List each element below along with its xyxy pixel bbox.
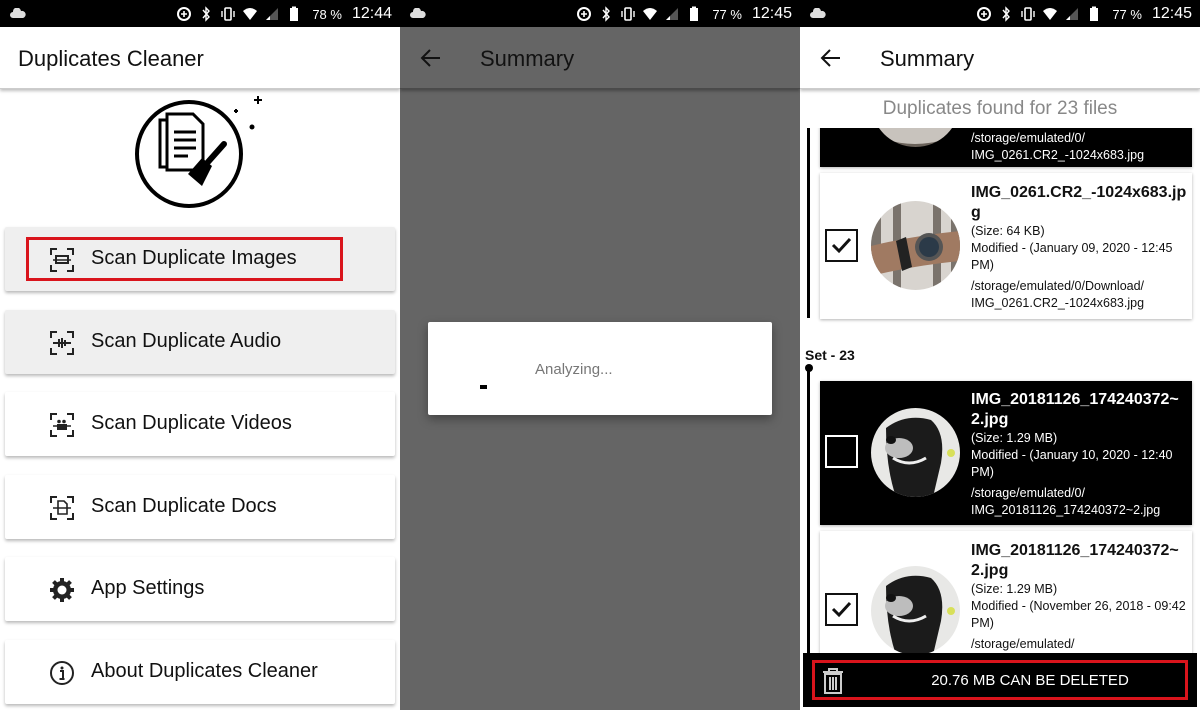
file-path: /storage/emulated/0/Download/ IMG_0261.C…	[971, 279, 1145, 310]
info-icon	[50, 661, 74, 685]
app-bar: Summary	[400, 27, 800, 89]
analyzing-dialog: Analyzing...	[428, 322, 772, 415]
file-checkbox[interactable]	[825, 229, 858, 262]
duplicates-found-text: Duplicates found for 23 files	[882, 98, 1118, 119]
file-size: (Size: 1.29 MB)	[971, 431, 1058, 445]
battery-icon	[690, 6, 699, 21]
file-modified: Modified - (January 09, 2020 - 12:45 PM)	[971, 241, 1173, 272]
gear-icon	[50, 578, 74, 602]
back-arrow-icon[interactable]	[420, 47, 442, 69]
status-bar: 77 % 12:45	[400, 0, 800, 27]
app-settings-button[interactable]: App Settings	[5, 557, 395, 621]
scan-video-icon	[50, 413, 74, 437]
watch-photo-thumbnail	[871, 128, 960, 147]
file-modified: Modified - (November 26, 2018 - 09:42 PM…	[971, 599, 1186, 630]
clock: 12:45	[1151, 5, 1192, 22]
about-label: About Duplicates Cleaner	[91, 660, 318, 682]
file-name: IMG_0261.CR2_-1024x683.jpg	[971, 184, 1187, 221]
file-path: /storage/emulated/0/ IMG_0261.CR2_-1024x…	[971, 131, 1145, 162]
cloud-icon	[810, 8, 826, 18]
set-timeline	[807, 370, 810, 653]
delete-bar: 20.76 MB CAN BE DELETED	[803, 653, 1197, 707]
scan-videos-button[interactable]: Scan Duplicate Videos	[5, 392, 395, 456]
file-card[interactable]: IMG_0261.CR2_-1024x683.jpg (Size: 64 KB)…	[820, 173, 1192, 319]
wifi-icon	[643, 8, 658, 20]
data-saver-icon	[177, 7, 192, 21]
analyzing-text: Analyzing...	[535, 361, 613, 378]
file-size: (Size: 1.29 MB)	[971, 582, 1058, 596]
file-card-partial[interactable]: /storage/emulated/0/ IMG_0261.CR2_-1024x…	[820, 128, 1192, 167]
battery-icon	[290, 6, 299, 21]
signal-icon	[666, 8, 679, 20]
scan-videos-label: Scan Duplicate Videos	[91, 412, 292, 434]
cloud-icon	[10, 8, 26, 18]
signal-icon	[1066, 8, 1079, 20]
battery-level: 77 %	[712, 6, 742, 22]
watch-photo-thumbnail	[871, 201, 960, 290]
summary-screen: 77 % 12:45 Summary Duplicates found for …	[800, 0, 1200, 710]
progress-spinner	[480, 385, 487, 389]
vibrate-icon	[221, 7, 236, 21]
file-card[interactable]: IMG_20181126_174240372~2.jpg (Size: 1.29…	[820, 531, 1192, 653]
wifi-icon	[243, 8, 258, 20]
app-logo	[135, 96, 262, 208]
vibrate-icon	[1021, 7, 1036, 21]
scan-audio-icon	[50, 331, 74, 355]
scan-audio-button[interactable]: Scan Duplicate Audio	[5, 310, 395, 374]
home-screen: 78 % 12:44 Duplicates Cleaner Scan Dupli…	[0, 0, 400, 710]
set-timeline	[807, 128, 810, 318]
dog-photo-thumbnail	[871, 408, 960, 497]
delete-button[interactable]: 20.76 MB CAN BE DELETED	[812, 660, 1188, 700]
dog-photo-thumbnail	[871, 566, 960, 653]
set-label: Set - 23	[805, 347, 855, 363]
battery-icon	[1090, 6, 1099, 21]
status-bar: 78 % 12:44	[0, 0, 400, 27]
file-path: /storage/emulated/	[971, 637, 1075, 651]
status-bar: 77 % 12:45	[800, 0, 1200, 27]
clock: 12:45	[751, 5, 792, 22]
file-checkbox[interactable]	[825, 593, 858, 626]
cloud-icon	[410, 8, 426, 18]
battery-level: 78 %	[312, 6, 342, 22]
scan-docs-button[interactable]: Scan Duplicate Docs	[5, 475, 395, 539]
about-button[interactable]: About Duplicates Cleaner	[5, 640, 395, 704]
checkmark-icon	[831, 601, 852, 618]
file-size: (Size: 64 KB)	[971, 224, 1045, 238]
vibrate-icon	[621, 7, 636, 21]
duplicates-list[interactable]: /storage/emulated/0/ IMG_0261.CR2_-1024x…	[800, 128, 1200, 653]
bluetooth-icon	[602, 6, 611, 22]
file-name: IMG_20181126_174240372~2.jpg	[971, 542, 1179, 579]
scan-docs-icon	[50, 496, 74, 520]
back-arrow-icon[interactable]	[820, 47, 842, 69]
data-saver-icon	[977, 7, 992, 21]
clock: 12:44	[351, 5, 392, 22]
app-bar: Summary	[800, 27, 1200, 89]
bluetooth-icon	[202, 6, 211, 22]
set-dot	[805, 364, 813, 372]
data-saver-icon	[577, 7, 592, 21]
screen-title: Summary	[480, 46, 575, 71]
battery-level: 77 %	[1112, 6, 1142, 22]
scan-docs-label: Scan Duplicate Docs	[91, 495, 277, 517]
app-title: Duplicates Cleaner	[18, 46, 204, 71]
checkmark-icon	[831, 237, 852, 254]
file-checkbox[interactable]	[825, 435, 858, 468]
app-settings-label: App Settings	[91, 577, 205, 599]
analyzing-screen: 77 % 12:45 Summary Analyzing...	[400, 0, 800, 710]
file-name: IMG_20181126_174240372~2.jpg	[971, 391, 1179, 428]
wifi-icon	[1043, 8, 1058, 20]
delete-label: 20.76 MB CAN BE DELETED	[931, 672, 1129, 689]
file-modified: Modified - (January 10, 2020 - 12:40 PM)	[971, 448, 1173, 479]
file-path: /storage/emulated/0/ IMG_20181126_174240…	[971, 486, 1161, 517]
app-bar: Duplicates Cleaner	[0, 27, 400, 89]
screen-title: Summary	[880, 46, 975, 71]
file-card[interactable]: IMG_20181126_174240372~2.jpg (Size: 1.29…	[820, 381, 1192, 525]
signal-icon	[266, 8, 279, 20]
bluetooth-icon	[1002, 6, 1011, 22]
highlight-annotation	[26, 237, 343, 281]
scan-audio-label: Scan Duplicate Audio	[91, 330, 282, 352]
